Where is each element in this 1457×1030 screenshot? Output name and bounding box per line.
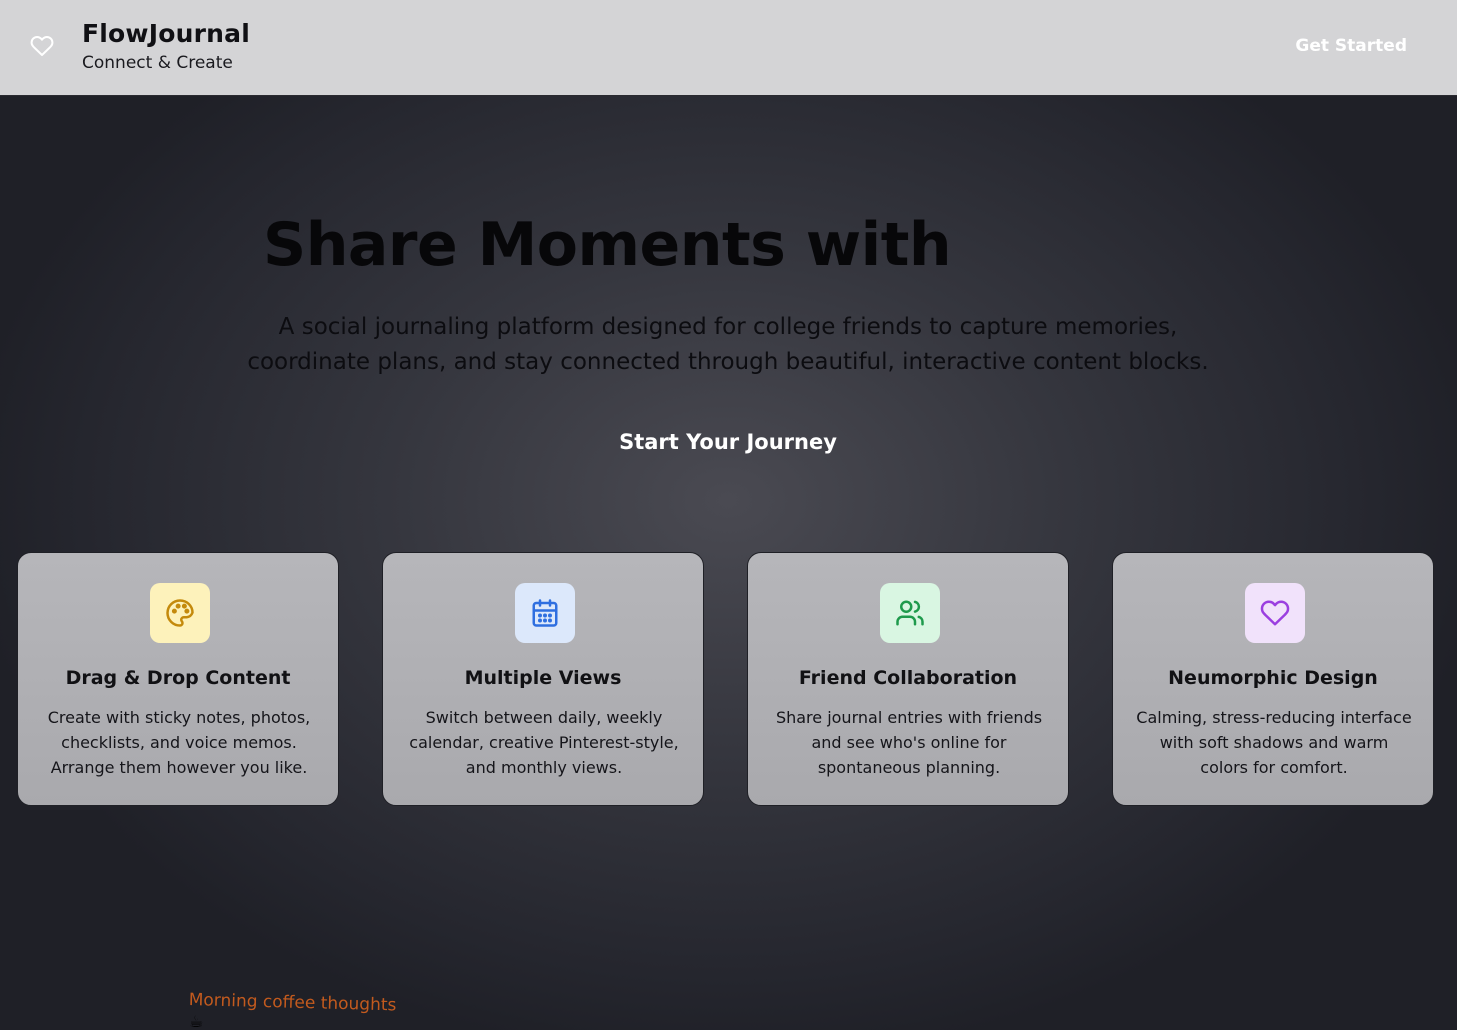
- feature-card-neumorphic-design: Neumorphic Design Calming, stress-reduci…: [1112, 552, 1434, 806]
- feature-icon-box: [150, 583, 210, 643]
- get-started-button[interactable]: Get Started: [1295, 36, 1407, 56]
- start-journey-button[interactable]: Start Your Journey: [578, 430, 878, 454]
- feature-card-friend-collaboration: Friend Collaboration Share journal entri…: [747, 552, 1069, 806]
- hero-description: A social journaling platform designed fo…: [247, 314, 1209, 375]
- feature-title: Friend Collaboration: [798, 667, 1018, 689]
- heart-icon: [1260, 600, 1290, 626]
- users-icon: [896, 600, 924, 626]
- top-header: FlowJournal Connect & Create Get Started: [0, 0, 1457, 96]
- feature-description: Create with sticky notes, photos, checkl…: [47, 708, 311, 777]
- feature-title: Drag & Drop Content: [65, 667, 291, 689]
- calendar-icon: [532, 599, 558, 627]
- feature-icon-box: [1245, 583, 1305, 643]
- feature-title: Neumorphic Design: [1168, 667, 1378, 689]
- palette-icon: [166, 599, 194, 627]
- feature-description: Switch between daily, weekly calendar, c…: [409, 708, 679, 777]
- hero-title: Share Moments with: [263, 210, 952, 280]
- feature-card-multiple-views: Multiple Views Switch between daily, wee…: [382, 552, 704, 806]
- feature-description: Share journal entries with friends and s…: [775, 708, 1043, 777]
- feature-description: Calming, stress-reducing interface with …: [1136, 708, 1412, 777]
- preview-note-text: Morning coffee thoughts: [188, 990, 397, 1016]
- brand-title[interactable]: FlowJournal: [82, 19, 250, 48]
- feature-icon-box: [880, 583, 940, 643]
- feature-icon-box: [515, 583, 575, 643]
- heart-outline-icon[interactable]: [30, 34, 54, 58]
- coffee-icon: ☕: [189, 1012, 204, 1030]
- feature-card-drag-drop: Drag & Drop Content Create with sticky n…: [17, 552, 339, 806]
- feature-title: Multiple Views: [464, 667, 622, 689]
- brand-tagline: Connect & Create: [82, 53, 233, 73]
